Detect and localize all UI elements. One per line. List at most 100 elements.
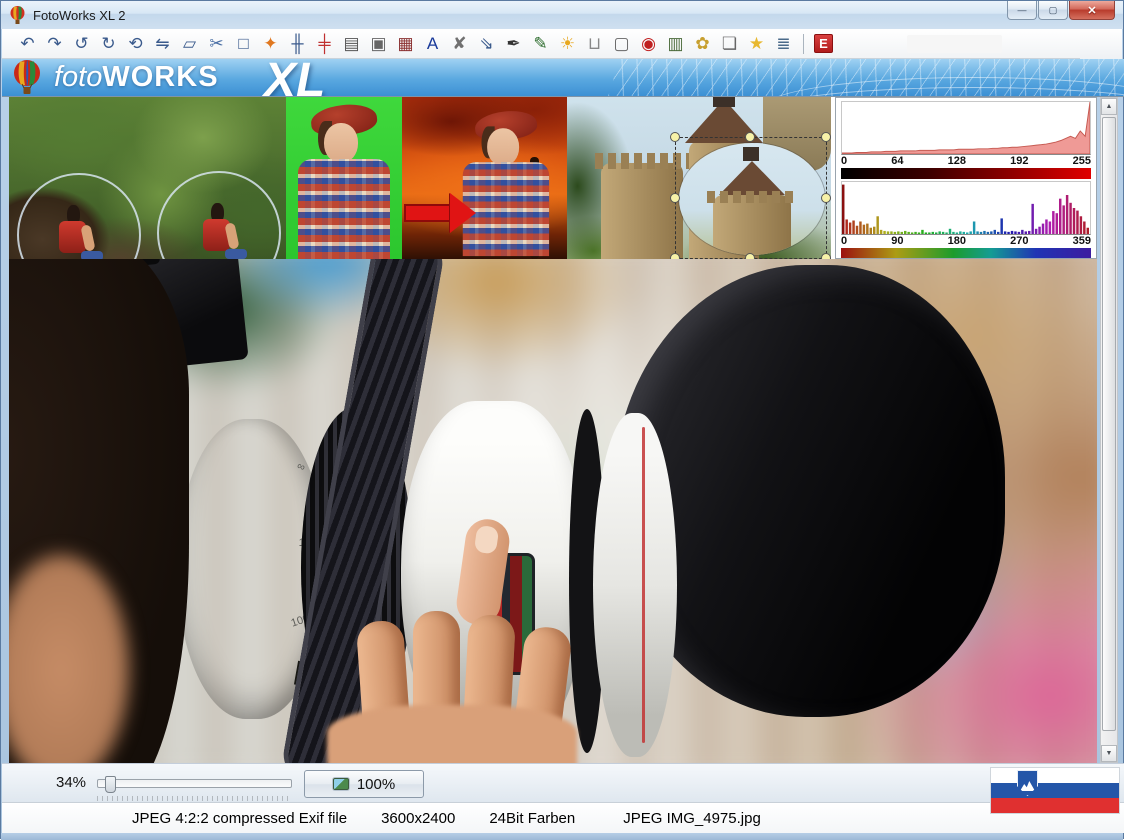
- logo-balloon-icon: [10, 60, 46, 96]
- status-file-format: JPEG 4:2:2 compressed Exif file: [132, 810, 347, 827]
- minimize-button[interactable]: —: [1007, 1, 1037, 20]
- texture-stamp-icon[interactable]: ▤: [338, 32, 365, 56]
- luminance-histogram: [841, 101, 1091, 155]
- logo-foto: foto: [54, 61, 102, 93]
- red-eye-icon[interactable]: ◉: [635, 32, 662, 56]
- rotate-page-right-icon[interactable]: ↷: [41, 32, 68, 56]
- selection-handle[interactable]: [670, 193, 680, 203]
- maximize-button[interactable]: ▢: [1038, 1, 1068, 20]
- slovenia-flag[interactable]: [991, 768, 1119, 813]
- exif-e-button[interactable]: E: [814, 34, 833, 53]
- main-image-canvas[interactable]: ∞ 135 100: [9, 259, 1097, 763]
- selection-handle[interactable]: [670, 132, 680, 142]
- lens-front-section: [593, 413, 677, 757]
- close-button[interactable]: ✕: [1069, 1, 1115, 20]
- brightness-sun-icon[interactable]: ☀: [554, 32, 581, 56]
- crop-sheet-icon[interactable]: ▱: [176, 32, 203, 56]
- scrollbar-thumb[interactable]: [1102, 117, 1116, 731]
- zoom-percentage: 34%: [56, 774, 86, 791]
- favorites-star-icon[interactable]: ★: [743, 32, 770, 56]
- lens-red-ring: [642, 427, 645, 743]
- logo-works: WORKS: [102, 61, 218, 93]
- tick-label: 255: [1073, 155, 1091, 168]
- status-filename: JPEG IMG_4975.jpg: [623, 810, 761, 827]
- vertical-scrollbar[interactable]: ▲ ▼: [1100, 97, 1118, 763]
- frame-border-icon[interactable]: ▢: [608, 32, 635, 56]
- text-tool-icon[interactable]: A: [419, 32, 446, 56]
- tick-label: 192: [1010, 155, 1028, 168]
- tick-label: 0: [841, 235, 847, 248]
- status-dimensions: 3600x2400: [381, 810, 455, 827]
- crop-frame-icon[interactable]: □: [230, 32, 257, 56]
- image-edit-icon[interactable]: ✎: [527, 32, 554, 56]
- thumbnail-blur-effect-demo[interactable]: [9, 97, 286, 259]
- app-balloon-icon: [9, 6, 26, 25]
- zoom-slider[interactable]: [97, 776, 292, 792]
- castle-tower: [601, 163, 683, 259]
- tools-icon[interactable]: ✘: [446, 32, 473, 56]
- zoom-100-label: 100%: [357, 776, 395, 793]
- boy-figure: [453, 104, 556, 256]
- hand-wrist: [327, 705, 577, 763]
- scroll-down-button[interactable]: ▼: [1101, 745, 1117, 762]
- histogram-panel: 0 64 128 192 255 0 90 180 270 359: [835, 97, 1097, 259]
- triglav-mountain: [1020, 781, 1035, 791]
- framed-picture-icon[interactable]: ▥: [662, 32, 689, 56]
- example-thumbnail-strip: 0 64 128 192 255 0 90 180 270 359: [9, 97, 1097, 259]
- hue-histogram: [841, 181, 1091, 235]
- thumbnail-greenscreen-after[interactable]: [402, 97, 567, 259]
- zoom-slider-track[interactable]: [97, 779, 292, 788]
- zoom-bar: 34% 100%: [2, 763, 1124, 802]
- zoom-100-button[interactable]: 100%: [304, 770, 424, 798]
- scroll-up-button[interactable]: ▲: [1101, 98, 1117, 115]
- red-arrow-icon: [404, 193, 478, 233]
- selection-handle[interactable]: [821, 193, 831, 203]
- zoom-slider-ticks: [97, 796, 292, 801]
- rotate-180-icon[interactable]: ⟲: [122, 32, 149, 56]
- camera-icon[interactable]: ▣: [365, 32, 392, 56]
- hiker-figure: [195, 203, 241, 259]
- hiker-figure: [51, 205, 97, 259]
- toolbar-placeholder: [907, 35, 1002, 53]
- selection-rectangle: [675, 137, 827, 259]
- logo-text: fotoWORKS: [54, 61, 219, 94]
- lens-marking: ∞: [295, 460, 307, 474]
- adjust-sliders-icon[interactable]: ╫: [284, 32, 311, 56]
- image-frame-icon[interactable]: ▦: [392, 32, 419, 56]
- window-title: FotoWorks XL 2: [33, 8, 125, 23]
- hue-axis: 0 90 180 270 359: [841, 235, 1091, 248]
- toolbar-icons: ↶↷↺↻⟲⇋▱✂□✦╫╪▤▣▦A✘⇘✒✎☀⊔▢◉▥✿❏★≣: [14, 32, 797, 56]
- print-collage-icon[interactable]: ≣: [770, 32, 797, 56]
- selection-handle[interactable]: [821, 132, 831, 142]
- luminance-gradient-bar: [841, 168, 1091, 179]
- rotate-cw-icon[interactable]: ↻: [95, 32, 122, 56]
- logo-xl: XL: [264, 59, 325, 97]
- scissors-icon[interactable]: ✂: [203, 32, 230, 56]
- zoom-fit-icon: [333, 778, 349, 790]
- tick-label: 0: [841, 155, 847, 168]
- paint-bucket-icon[interactable]: ⊔: [581, 32, 608, 56]
- gift-icon[interactable]: ✿: [689, 32, 716, 56]
- boy-figure: [288, 97, 398, 259]
- zoom-slider-thumb[interactable]: [105, 776, 116, 793]
- tower-cupola: [713, 97, 735, 107]
- brand-banner: fotoWORKS XL: [2, 59, 1124, 97]
- flag-red-stripe: [991, 798, 1119, 813]
- insert-image-icon[interactable]: ⇘: [473, 32, 500, 56]
- selection-handle[interactable]: [745, 132, 755, 142]
- thumbnail-castle-clone-demo[interactable]: [567, 97, 831, 259]
- mirror-flip-icon[interactable]: ⇋: [149, 32, 176, 56]
- tick-label: 128: [948, 155, 966, 168]
- magic-wand-icon[interactable]: ✦: [257, 32, 284, 56]
- status-bar: JPEG 4:2:2 compressed Exif file 3600x240…: [2, 802, 1124, 833]
- copy-shapes-icon[interactable]: ❏: [716, 32, 743, 56]
- rotate-page-left-icon[interactable]: ↶: [14, 32, 41, 56]
- tick-label: 359: [1073, 235, 1091, 248]
- status-color-depth: 24Bit Farben: [489, 810, 575, 827]
- thumb-nail: [474, 525, 500, 555]
- luminance-axis: 0 64 128 192 255: [841, 155, 1091, 168]
- rotate-ccw-icon[interactable]: ↺: [68, 32, 95, 56]
- thumbnail-greenscreen-before[interactable]: [286, 97, 402, 259]
- calligraphy-pen-icon[interactable]: ✒: [500, 32, 527, 56]
- color-levels-icon[interactable]: ╪: [311, 32, 338, 56]
